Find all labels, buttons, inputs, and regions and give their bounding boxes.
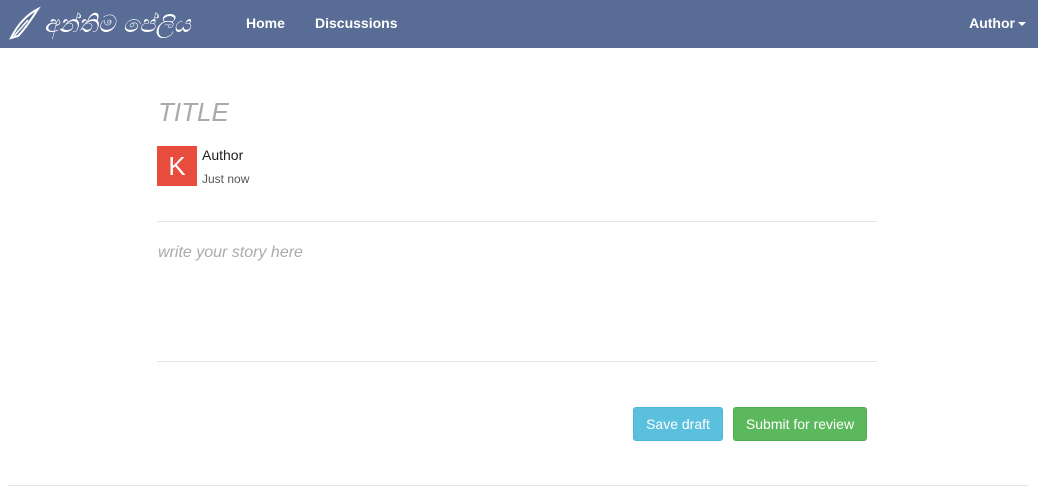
footer-divider	[8, 485, 1028, 486]
post-timestamp: Just now	[202, 172, 250, 186]
nav-link-discussions[interactable]: Discussions	[315, 0, 397, 48]
divider	[157, 361, 877, 362]
author-avatar: K	[157, 146, 197, 186]
brand-name: අන්තිම පේලිය	[44, 10, 191, 38]
quill-icon	[9, 6, 41, 40]
nav-link-home[interactable]: Home	[246, 0, 285, 48]
save-draft-button[interactable]: Save draft	[633, 407, 723, 441]
author-name: Author	[202, 147, 244, 163]
user-menu-dropdown[interactable]: Author	[969, 0, 1026, 48]
top-navbar: අන්තිම පේලිය Home Discussions Author	[0, 0, 1038, 48]
caret-down-icon	[1018, 22, 1026, 27]
title-input[interactable]	[158, 94, 758, 130]
submit-for-review-button[interactable]: Submit for review	[733, 407, 867, 441]
divider	[157, 221, 877, 222]
user-menu-label: Author	[969, 15, 1015, 31]
story-body-input[interactable]	[158, 244, 876, 352]
brand-logo[interactable]: අන්තිම පේලිය	[8, 2, 191, 46]
